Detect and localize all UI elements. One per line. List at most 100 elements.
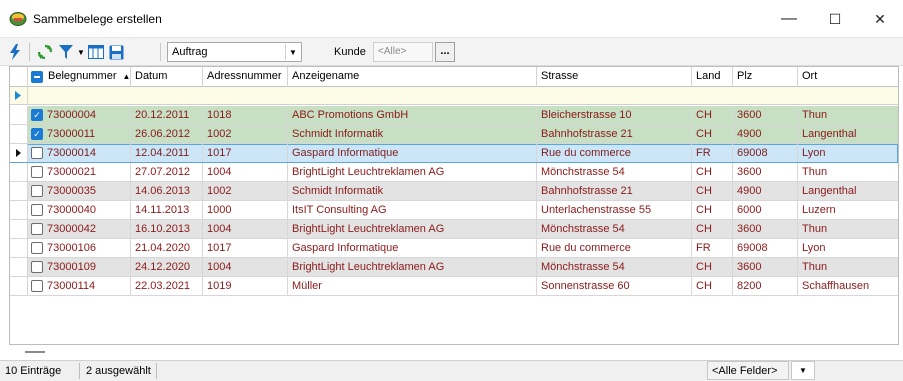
cell-belegnummer[interactable]: 73000114 (28, 277, 131, 295)
table-row[interactable]: 73000021 27.07.2012 1004 BrightLight Leucht… (10, 163, 898, 182)
cell-datum[interactable]: 22.03.2021 (131, 277, 203, 295)
cell-belegnummer[interactable]: 73000109 (28, 258, 131, 276)
chevron-down-icon[interactable]: ▼ (76, 43, 86, 61)
cell-ort[interactable]: Lyon (798, 144, 898, 162)
cell-anzeigename[interactable]: BrightLight Leuchtreklamen AG (288, 163, 537, 181)
cell-belegnummer[interactable]: ✓ 73000004 (28, 106, 131, 124)
cell-anzeigename[interactable]: Müller (288, 277, 537, 295)
row-indicator[interactable] (10, 277, 28, 295)
cell-ort[interactable]: Thun (798, 220, 898, 238)
kunde-field[interactable]: <Alle> (373, 42, 433, 62)
cell-plz[interactable]: 8200 (733, 277, 798, 295)
cell-datum[interactable]: 16.10.2013 (131, 220, 203, 238)
cell-datum[interactable]: 24.12.2020 (131, 258, 203, 276)
cell-land[interactable]: CH (692, 220, 733, 238)
row-indicator[interactable] (10, 201, 28, 219)
cell-strasse[interactable]: Unterlachenstrasse 55 (537, 201, 692, 219)
cell-plz[interactable]: 69008 (733, 144, 798, 162)
row-indicator[interactable] (10, 163, 28, 181)
cell-plz[interactable]: 4900 (733, 182, 798, 200)
cell-strasse[interactable]: Mönchstrasse 54 (537, 163, 692, 181)
save-icon[interactable] (108, 43, 124, 61)
row-checkbox[interactable]: ✓ (31, 109, 43, 121)
cell-datum[interactable]: 21.04.2020 (131, 239, 203, 257)
kunde-browse-button[interactable]: ... (435, 42, 455, 62)
lightning-icon[interactable] (8, 43, 22, 61)
cell-strasse[interactable]: Sonnenstrasse 60 (537, 277, 692, 295)
cell-plz[interactable]: 4900 (733, 125, 798, 143)
document-type-select[interactable]: Auftrag ▼ (167, 42, 302, 62)
cell-ort[interactable]: Thun (798, 258, 898, 276)
cell-ort[interactable]: Thun (798, 163, 898, 181)
cell-anzeigename[interactable]: Schmidt Informatik (288, 182, 537, 200)
cell-belegnummer[interactable]: 73000040 (28, 201, 131, 219)
cell-plz[interactable]: 69008 (733, 239, 798, 257)
cell-adressnummer[interactable]: 1002 (203, 182, 288, 200)
cell-datum[interactable]: 14.06.2013 (131, 182, 203, 200)
row-checkbox[interactable] (31, 166, 43, 178)
cell-ort[interactable]: Thun (798, 106, 898, 124)
cell-land[interactable]: CH (692, 182, 733, 200)
table-row[interactable]: 73000035 14.06.2013 1002 Schmidt Informatik… (10, 182, 898, 201)
table-row[interactable]: 73000040 14.11.2013 1000 ItsIT Consulting A… (10, 201, 898, 220)
cell-datum[interactable]: 20.12.2011 (131, 106, 203, 124)
cell-land[interactable]: CH (692, 106, 733, 124)
cell-belegnummer[interactable]: 73000035 (28, 182, 131, 200)
cell-land[interactable]: CH (692, 277, 733, 295)
chevron-down-icon[interactable]: ▼ (285, 44, 300, 60)
table-row[interactable]: ✓ 73000011 26.06.2012 1002 Schmidt Informati… (10, 125, 898, 144)
field-filter-dropdown[interactable]: ▼ (791, 361, 815, 380)
filter-icon[interactable] (58, 43, 74, 61)
row-checkbox[interactable] (31, 261, 43, 273)
row-indicator[interactable] (10, 220, 28, 238)
cell-datum[interactable]: 26.06.2012 (131, 125, 203, 143)
cell-ort[interactable]: Langenthal (798, 125, 898, 143)
field-filter-select[interactable]: <Alle Felder> (707, 361, 789, 380)
table-row[interactable]: ✓ 73000004 20.12.2011 1018 ABC Promotions Gm… (10, 106, 898, 125)
row-checkbox[interactable] (31, 242, 43, 254)
cell-plz[interactable]: 3600 (733, 163, 798, 181)
cell-adressnummer[interactable]: 1004 (203, 220, 288, 238)
column-chooser-icon[interactable] (88, 43, 104, 61)
row-checkbox[interactable] (31, 223, 43, 235)
cell-strasse[interactable]: Bleicherstrasse 10 (537, 106, 692, 124)
column-header-ort[interactable]: Ort (798, 67, 898, 87)
cell-anzeigename[interactable]: ItsIT Consulting AG (288, 201, 537, 219)
table-row[interactable]: 73000114 22.03.2021 1019 Müller Sonnenstrass… (10, 277, 898, 296)
table-row[interactable]: 73000109 24.12.2020 1004 BrightLight Leucht… (10, 258, 898, 277)
cell-land[interactable]: FR (692, 239, 733, 257)
minimize-button[interactable]: — (766, 0, 812, 38)
cell-anzeigename[interactable]: Schmidt Informatik (288, 125, 537, 143)
row-indicator[interactable] (10, 239, 28, 257)
cell-adressnummer[interactable]: 1017 (203, 144, 288, 162)
cell-adressnummer[interactable]: 1017 (203, 239, 288, 257)
splitter-handle[interactable] (25, 351, 45, 353)
cell-anzeigename[interactable]: Gaspard Informatique (288, 144, 537, 162)
maximize-button[interactable]: ☐ (812, 0, 858, 38)
close-button[interactable]: ✕ (857, 0, 903, 38)
cell-adressnummer[interactable]: 1019 (203, 277, 288, 295)
cell-anzeigename[interactable]: ABC Promotions GmbH (288, 106, 537, 124)
cell-strasse[interactable]: Bahnhofstrasse 21 (537, 182, 692, 200)
cell-ort[interactable]: Schaffhausen (798, 277, 898, 295)
column-header-anzeigename[interactable]: Anzeigename (288, 67, 537, 87)
cell-plz[interactable]: 3600 (733, 258, 798, 276)
row-indicator[interactable] (10, 258, 28, 276)
column-header-adressnummer[interactable]: Adressnummer (203, 67, 288, 87)
cell-anzeigename[interactable]: Gaspard Informatique (288, 239, 537, 257)
cell-land[interactable]: CH (692, 201, 733, 219)
cell-belegnummer[interactable]: 73000042 (28, 220, 131, 238)
row-checkbox[interactable] (31, 280, 43, 292)
cell-belegnummer[interactable]: ✓ 73000011 (28, 125, 131, 143)
cell-land[interactable]: CH (692, 163, 733, 181)
column-header-land[interactable]: Land (692, 67, 733, 87)
cell-ort[interactable]: Luzern (798, 201, 898, 219)
cell-anzeigename[interactable]: BrightLight Leuchtreklamen AG (288, 258, 537, 276)
row-checkbox[interactable] (31, 185, 43, 197)
cell-plz[interactable]: 3600 (733, 106, 798, 124)
column-header-plz[interactable]: Plz (733, 67, 798, 87)
row-checkbox[interactable] (31, 204, 43, 216)
row-indicator[interactable] (10, 144, 28, 162)
table-row[interactable]: 73000042 16.10.2013 1004 BrightLight Leucht… (10, 220, 898, 239)
column-header-datum[interactable]: Datum (131, 67, 203, 87)
